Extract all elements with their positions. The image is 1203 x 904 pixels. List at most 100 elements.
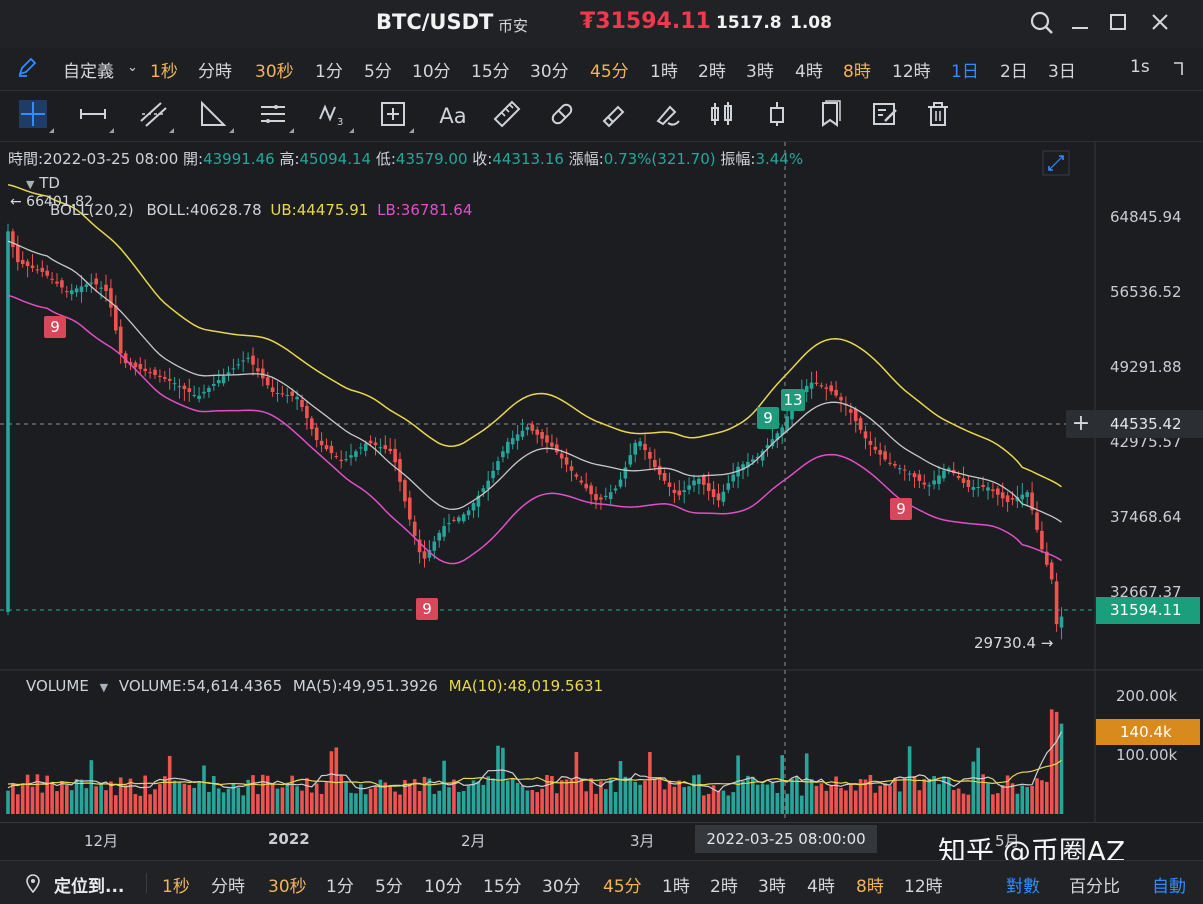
interval-2d[interactable]: 2日 xyxy=(1000,57,1028,82)
collapse-icon[interactable] xyxy=(1172,61,1186,81)
interval-realtime[interactable]: 1s xyxy=(1130,57,1150,77)
magnet-icon[interactable] xyxy=(545,99,579,133)
volume-bar xyxy=(770,782,775,814)
horizontal-line-icon[interactable] xyxy=(76,99,114,133)
measure-box-icon[interactable] xyxy=(376,99,414,133)
bottom-interval-45m[interactable]: 45分 xyxy=(603,872,642,897)
maximize-icon[interactable] xyxy=(1104,10,1132,38)
volume-bar xyxy=(932,776,936,814)
chevron-down-icon[interactable]: ⌄ xyxy=(127,60,138,75)
add-alert-icon[interactable]: + xyxy=(1066,410,1096,438)
volume-name[interactable]: VOLUME xyxy=(26,677,89,695)
candle-body xyxy=(873,446,878,450)
candle-body xyxy=(986,487,990,491)
interval-30s[interactable]: 30秒 xyxy=(255,57,294,82)
volume-bar xyxy=(702,795,706,814)
single-candle-icon[interactable] xyxy=(760,99,794,133)
eraser-icon[interactable] xyxy=(597,99,631,133)
bottom-interval-30s[interactable]: 30秒 xyxy=(268,872,307,897)
volume-bar xyxy=(388,785,392,814)
volume-bar xyxy=(1040,780,1044,814)
candle-body xyxy=(163,377,167,379)
interval-4h[interactable]: 4時 xyxy=(795,57,823,82)
candle-body xyxy=(45,270,49,276)
interval-3h[interactable]: 3時 xyxy=(746,57,774,82)
wave-pattern-icon[interactable]: 3 xyxy=(316,99,354,133)
bottom-interval-2h[interactable]: 2時 xyxy=(710,872,738,897)
td-legend[interactable]: ▼ TD xyxy=(26,174,60,192)
chart-area[interactable]: 時間:2022-03-25 08:00 開:43991.46 高:45094.1… xyxy=(0,142,1203,822)
bottom-interval-10m[interactable]: 10分 xyxy=(424,872,463,897)
brush-icon[interactable] xyxy=(650,99,684,133)
interval-timeshare[interactable]: 分時 xyxy=(198,57,232,82)
candle-body xyxy=(226,372,231,375)
candlestick-icon[interactable] xyxy=(706,99,740,133)
search-icon[interactable] xyxy=(1028,10,1056,38)
volume-bar xyxy=(74,779,79,814)
bottom-interval-1s[interactable]: 1秒 xyxy=(162,872,190,897)
candle-body xyxy=(829,385,833,392)
interval-10m[interactable]: 10分 xyxy=(412,57,451,82)
volume-bar xyxy=(966,794,971,814)
volume-bar xyxy=(89,760,94,814)
pencil-icon[interactable] xyxy=(16,56,38,82)
ruler-icon[interactable] xyxy=(490,99,524,133)
candle-body xyxy=(907,473,912,475)
bottom-interval-1h[interactable]: 1時 xyxy=(662,872,690,897)
interval-3d[interactable]: 3日 xyxy=(1048,57,1076,82)
candle-body xyxy=(878,450,882,455)
trend-lines-icon[interactable] xyxy=(136,99,174,133)
volume-bar xyxy=(187,784,192,814)
location-pin-icon[interactable] xyxy=(24,873,42,897)
bottom-interval-5m[interactable]: 5分 xyxy=(375,872,403,897)
bottom-interval-1m[interactable]: 1分 xyxy=(326,872,354,897)
interval-1d[interactable]: 1日 xyxy=(951,57,979,82)
bottom-interval-4h[interactable]: 4時 xyxy=(807,872,835,897)
interval-2h[interactable]: 2時 xyxy=(698,57,726,82)
volume-bar xyxy=(104,790,108,814)
interval-15m[interactable]: 15分 xyxy=(471,57,510,82)
parallel-channel-icon[interactable] xyxy=(256,99,294,133)
td-sell-mark: 9 xyxy=(44,316,66,338)
candle-body xyxy=(613,488,618,491)
auto-scale-toggle[interactable]: 自動 xyxy=(1152,872,1186,897)
bottom-interval-15m[interactable]: 15分 xyxy=(483,872,522,897)
interval-30m[interactable]: 30分 xyxy=(530,57,569,82)
candlestick-chart[interactable] xyxy=(0,142,1203,822)
bottom-interval-timeshare[interactable]: 分時 xyxy=(211,872,245,897)
trash-icon[interactable] xyxy=(921,99,955,133)
crosshair-icon[interactable] xyxy=(16,99,54,133)
volume-bar xyxy=(393,791,397,814)
volume-tick: 200.00k xyxy=(1116,687,1178,705)
text-tool-icon[interactable]: Aa xyxy=(436,99,470,133)
expand-icon[interactable] xyxy=(1042,150,1070,180)
chevron-down-icon[interactable]: ▼ xyxy=(100,681,108,694)
minimize-icon[interactable] xyxy=(1066,10,1094,38)
interval-1m[interactable]: 1分 xyxy=(315,57,343,82)
bookmark-icon[interactable] xyxy=(814,99,848,133)
bottom-interval-12h[interactable]: 12時 xyxy=(904,872,943,897)
log-scale-toggle[interactable]: 對數 xyxy=(1006,872,1040,897)
candle-body xyxy=(853,408,858,422)
volume-bar xyxy=(109,781,113,814)
bottom-interval-8h[interactable]: 8時 xyxy=(856,872,884,897)
interval-1s[interactable]: 1秒 xyxy=(150,57,178,82)
locate-button[interactable]: 定位到... xyxy=(54,872,124,897)
symbol-pair[interactable]: BTC/USDT xyxy=(376,10,493,34)
interval-8h[interactable]: 8時 xyxy=(843,57,871,82)
candle-body xyxy=(153,369,157,375)
percent-scale-toggle[interactable]: 百分比 xyxy=(1069,872,1120,897)
edit-note-icon[interactable] xyxy=(868,99,902,133)
interval-12h[interactable]: 12時 xyxy=(892,57,931,82)
close-icon[interactable] xyxy=(1146,10,1174,38)
bottom-interval-3h[interactable]: 3時 xyxy=(758,872,786,897)
triangle-ruler-icon[interactable] xyxy=(196,99,234,133)
interval-custom[interactable]: 自定義 xyxy=(63,57,114,82)
interval-5m[interactable]: 5分 xyxy=(364,57,392,82)
candle-body xyxy=(991,489,995,492)
candle-body xyxy=(942,470,946,479)
interval-45m[interactable]: 45分 xyxy=(590,57,629,82)
interval-1h[interactable]: 1時 xyxy=(650,57,678,82)
chevron-down-icon[interactable]: ▼ xyxy=(26,178,34,191)
bottom-interval-30m[interactable]: 30分 xyxy=(542,872,581,897)
